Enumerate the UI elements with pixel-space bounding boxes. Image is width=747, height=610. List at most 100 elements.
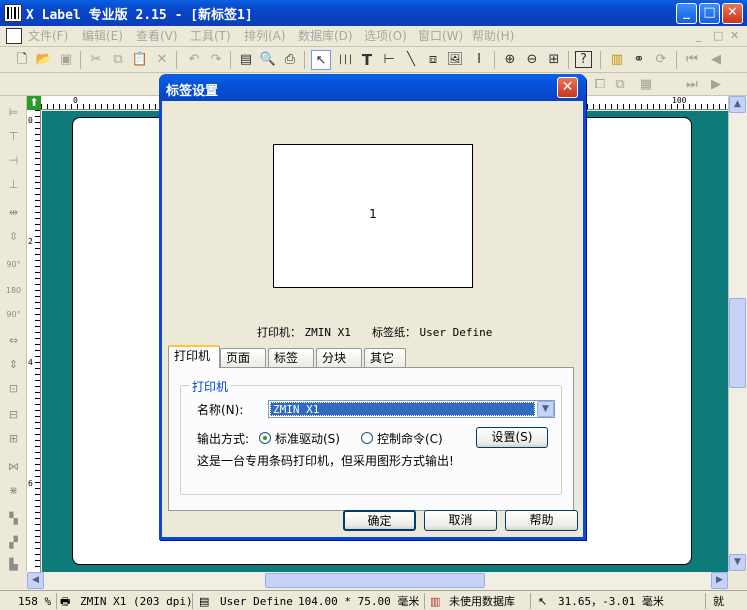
- binoculars-icon[interactable]: ⚭: [629, 50, 649, 70]
- line-icon[interactable]: ╲: [401, 50, 421, 70]
- properties-icon[interactable]: ▦: [636, 75, 656, 95]
- refresh-icon[interactable]: ⟳: [651, 50, 671, 70]
- same-height-icon[interactable]: ⇕: [5, 356, 22, 373]
- image-icon[interactable]: 🖼: [445, 50, 465, 70]
- mdi-restore-button[interactable]: □: [713, 29, 723, 42]
- tab-label[interactable]: 标签: [268, 348, 314, 367]
- rotate-90-icon[interactable]: 90°: [5, 256, 22, 273]
- printer-name-select[interactable]: ZMIN X1 ▼: [268, 400, 555, 418]
- chevron-down-icon[interactable]: ▼: [537, 401, 554, 417]
- menu-view[interactable]: 查看(V): [136, 28, 178, 45]
- mdi-minimize-button[interactable]: _: [696, 29, 702, 42]
- radio-standard-driver[interactable]: [259, 432, 271, 444]
- align-bottom-icon[interactable]: ⊥: [5, 176, 22, 193]
- undo-icon[interactable]: ↶: [184, 50, 204, 70]
- minimize-button[interactable]: _: [676, 3, 697, 24]
- cut-icon[interactable]: ✂: [86, 50, 106, 70]
- space-h-icon[interactable]: ⋈: [5, 458, 22, 475]
- mdi-close-button[interactable]: ✕: [730, 29, 739, 42]
- document-barcode-icon[interactable]: [6, 28, 22, 44]
- last-page-icon[interactable]: ⏭: [682, 75, 702, 95]
- close-button[interactable]: ✕: [722, 3, 743, 24]
- center-h-icon[interactable]: ⊟: [5, 406, 22, 423]
- printer-name-value: ZMIN X1: [270, 402, 535, 416]
- scroll-right-button[interactable]: ▶: [711, 572, 728, 589]
- page-setup-icon[interactable]: ▤: [236, 50, 256, 70]
- space-v-icon[interactable]: ⋇: [5, 482, 22, 499]
- tab-printer[interactable]: 打印机: [168, 345, 220, 368]
- delete-icon[interactable]: ✕: [152, 50, 172, 70]
- save-icon[interactable]: ▣: [56, 50, 76, 70]
- first-page-icon[interactable]: ⏮: [682, 50, 702, 70]
- send-back-icon[interactable]: ▞: [5, 534, 22, 551]
- ok-button[interactable]: 确定: [343, 510, 416, 531]
- align-left-icon[interactable]: ⊨: [5, 104, 22, 121]
- distribute-h-icon[interactable]: ⇹: [5, 204, 22, 221]
- menu-file[interactable]: 文件(F): [28, 28, 68, 45]
- radio-control-command-label[interactable]: 控制命令(C): [377, 430, 443, 447]
- next-page-icon[interactable]: ▶: [706, 75, 726, 95]
- ungroup-icon[interactable]: ⧉: [610, 75, 630, 95]
- print-preview-icon[interactable]: 🔍: [258, 50, 278, 70]
- database-icon[interactable]: ▥: [607, 50, 627, 70]
- rotate-180-icon[interactable]: 180: [5, 282, 22, 299]
- prev-page-icon[interactable]: ◀: [706, 50, 726, 70]
- hline-icon[interactable]: ⊢: [379, 50, 399, 70]
- copy-icon[interactable]: ⧉: [108, 50, 128, 70]
- radio-standard-driver-label[interactable]: 标准驱动(S): [275, 430, 340, 447]
- menu-arrange[interactable]: 排列(A): [244, 28, 286, 45]
- ruler-origin-button[interactable]: ⬆: [27, 96, 41, 110]
- text-icon[interactable]: T: [357, 50, 377, 70]
- toolbar-separator: [176, 51, 177, 69]
- menu-window[interactable]: 窗口(W): [418, 28, 463, 45]
- same-width-icon[interactable]: ⇔: [5, 332, 22, 349]
- align-right-icon[interactable]: ⊣: [5, 152, 22, 169]
- zoom-out-icon[interactable]: ⊖: [522, 50, 542, 70]
- scroll-up-button[interactable]: ▲: [729, 96, 746, 113]
- app-barcode-icon[interactable]: [4, 4, 22, 22]
- status-cursor: 31.65，-3.01 毫米: [558, 595, 664, 608]
- new-file-icon[interactable]: 🗋: [12, 50, 32, 70]
- same-size-icon[interactable]: ⊡: [5, 380, 22, 397]
- redo-icon[interactable]: ↷: [206, 50, 226, 70]
- tab-page[interactable]: 页面: [220, 348, 266, 367]
- vertical-scroll-thumb[interactable]: [729, 298, 746, 388]
- center-v-icon[interactable]: ⊞: [5, 430, 22, 447]
- rotate-270-icon[interactable]: 90°: [5, 306, 22, 323]
- menu-help[interactable]: 帮助(H): [472, 28, 514, 45]
- zoom-in-icon[interactable]: ⊕: [500, 50, 520, 70]
- vertical-scrollbar[interactable]: ▲ ▼: [728, 96, 747, 572]
- dialog-close-button[interactable]: ✕: [557, 77, 578, 98]
- cursor-text-icon[interactable]: I: [469, 50, 489, 70]
- maximize-button[interactable]: □: [699, 3, 720, 24]
- select-arrow-icon[interactable]: ↖: [311, 50, 331, 70]
- radio-control-command[interactable]: [361, 432, 373, 444]
- window-title-bar[interactable]: X Label 专业版 2.15 - [新标签1] _ □ ✕: [0, 0, 747, 26]
- shape-icon[interactable]: ⧈: [423, 50, 443, 70]
- distribute-v-icon[interactable]: ⇳: [5, 228, 22, 245]
- print-icon[interactable]: ⎙: [280, 50, 300, 70]
- fit-page-icon[interactable]: ⊞: [544, 50, 564, 70]
- bring-front-icon[interactable]: ▚: [5, 510, 22, 527]
- help-icon[interactable]: ?: [575, 51, 592, 68]
- menu-tools[interactable]: 工具(T): [190, 28, 231, 45]
- horizontal-scrollbar[interactable]: ◀ ▶: [27, 572, 728, 589]
- open-folder-icon[interactable]: 📂: [34, 50, 54, 70]
- settings-button[interactable]: 设置(S): [476, 427, 548, 448]
- layer-icon[interactable]: ▙: [5, 556, 22, 573]
- barcode-icon[interactable]: |||‖: [335, 50, 355, 85]
- menu-database[interactable]: 数据库(D): [298, 28, 353, 45]
- paste-icon[interactable]: 📋: [130, 50, 150, 70]
- horizontal-scroll-thumb[interactable]: [265, 573, 485, 588]
- menu-edit[interactable]: 编辑(E): [82, 28, 123, 45]
- help-button[interactable]: 帮助: [505, 510, 578, 531]
- cancel-button[interactable]: 取消: [424, 510, 497, 531]
- scroll-left-button[interactable]: ◀: [27, 572, 44, 589]
- tab-split[interactable]: 分块: [316, 348, 362, 367]
- tab-other[interactable]: 其它: [364, 348, 406, 367]
- menu-options[interactable]: 选项(O): [364, 28, 407, 45]
- scroll-down-button[interactable]: ▼: [729, 554, 746, 571]
- align-top-icon[interactable]: ⊤: [5, 128, 22, 145]
- align-group-icon[interactable]: ⧠: [590, 75, 610, 95]
- dialog-title-bar[interactable]: 标签设置 ✕: [159, 74, 586, 101]
